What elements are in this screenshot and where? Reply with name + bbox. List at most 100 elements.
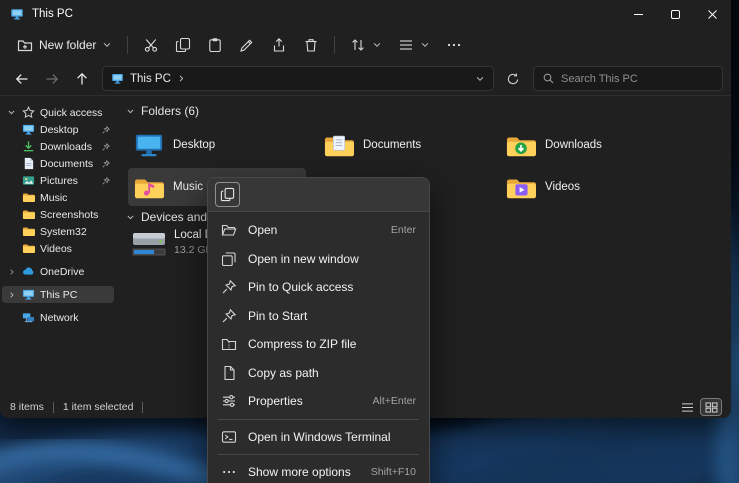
minimize-button[interactable] — [620, 0, 657, 28]
folder-tile-desktop[interactable]: Desktop — [128, 126, 306, 164]
cut-button[interactable] — [136, 32, 166, 58]
pc-icon — [111, 72, 124, 85]
sidebar-item-desktop[interactable]: Desktop — [2, 121, 114, 138]
sidebar-item-quick-access[interactable]: Quick access — [2, 104, 114, 121]
thumbnail-view-icon[interactable] — [701, 399, 721, 415]
sidebar-item-documents[interactable]: Documents — [2, 155, 114, 172]
chevron-right-icon[interactable] — [6, 291, 17, 299]
downloads-folder-icon — [506, 133, 536, 158]
pin-icon — [102, 160, 110, 168]
close-button[interactable] — [694, 0, 731, 28]
sidebar-item-system32[interactable]: System32 — [2, 223, 114, 240]
menu-item-label: Show more options — [248, 465, 351, 479]
menu-item-label: Open — [248, 223, 277, 237]
terminal-icon — [221, 429, 237, 445]
document-icon — [22, 157, 35, 170]
menu-item-label: Properties — [248, 394, 303, 408]
monitor-icon — [22, 123, 35, 136]
items-count: 8 items — [10, 401, 44, 413]
chevron-right-icon[interactable] — [6, 268, 17, 276]
menu-item-show-more-options[interactable]: Show more options Shift+F10 — [212, 458, 425, 483]
view-button[interactable] — [391, 32, 437, 58]
menu-item-pin-quick-access[interactable]: Pin to Quick access — [212, 273, 425, 302]
new-folder-button[interactable]: New folder — [10, 32, 119, 58]
menu-item-label: Copy as path — [248, 366, 319, 380]
back-button[interactable] — [8, 66, 35, 92]
details-view-icon[interactable] — [677, 399, 697, 415]
menu-item-open[interactable]: Open Enter — [212, 216, 425, 245]
folders-section-header[interactable]: Folders (6) — [126, 104, 199, 118]
sidebar-item-label: OneDrive — [40, 266, 84, 278]
folder-tile-documents[interactable]: Documents — [318, 126, 496, 164]
sidebar-item-screenshots[interactable]: Screenshots — [2, 206, 114, 223]
more-options-button[interactable] — [439, 32, 469, 58]
menu-item-properties[interactable]: Properties Alt+Enter — [212, 387, 425, 416]
maximize-button[interactable] — [657, 0, 694, 28]
menu-item-open-windows-terminal[interactable]: Open in Windows Terminal — [212, 423, 425, 452]
context-menu-items: Open Enter Open in new window Pin to Qui… — [208, 212, 429, 483]
menu-item-compress-zip[interactable]: Compress to ZIP file — [212, 330, 425, 359]
rename-button[interactable] — [232, 32, 262, 58]
sort-button[interactable] — [343, 32, 389, 58]
sidebar-item-downloads[interactable]: Downloads — [2, 138, 114, 155]
chevron-down-icon[interactable] — [126, 213, 135, 222]
copy-button[interactable] — [215, 182, 240, 207]
sidebar-item-label: This PC — [40, 289, 77, 301]
sidebar-item-pictures[interactable]: Pictures — [2, 172, 114, 189]
picture-icon — [22, 174, 35, 187]
sidebar-item-this-pc[interactable]: This PC — [2, 286, 114, 303]
menu-item-label: Pin to Quick access — [248, 280, 353, 294]
sidebar-item-network[interactable]: Network — [2, 309, 114, 326]
folder-tile-videos[interactable]: Videos — [500, 168, 678, 206]
menu-item-label: Compress to ZIP file — [248, 337, 356, 351]
pin-icon — [102, 143, 110, 151]
sidebar-item-label: Downloads — [40, 141, 92, 153]
folder-icon — [22, 191, 35, 204]
context-menu: Open Enter Open in new window Pin to Qui… — [207, 177, 430, 483]
folder-icon — [22, 225, 35, 238]
copy-button[interactable] — [168, 32, 198, 58]
window-title: This PC — [32, 8, 73, 20]
properties-icon — [221, 393, 237, 409]
delete-button[interactable] — [296, 32, 326, 58]
menu-item-copy-as-path[interactable]: Copy as path — [212, 359, 425, 388]
cloud-icon — [22, 265, 35, 278]
chevron-down-icon — [102, 40, 112, 50]
sidebar-item-label: Desktop — [40, 124, 79, 136]
title-bar[interactable]: This PC — [0, 0, 731, 28]
sidebar-item-music[interactable]: Music — [2, 189, 114, 206]
folder-name: Downloads — [545, 139, 602, 151]
command-bar: New folder — [0, 28, 731, 62]
documents-folder-icon — [324, 133, 354, 158]
chevron-down-icon[interactable] — [475, 74, 485, 84]
more-options-icon — [221, 464, 237, 480]
search-input[interactable] — [561, 73, 701, 85]
folder-name: Desktop — [173, 139, 215, 151]
sidebar-item-label: System32 — [40, 226, 87, 238]
videos-folder-icon — [506, 175, 536, 200]
up-button[interactable] — [68, 66, 95, 92]
menu-item-pin-start[interactable]: Pin to Start — [212, 302, 425, 331]
breadcrumb[interactable]: This PC — [130, 73, 171, 85]
navigation-pane: Quick access Desktop Downloads Documents — [0, 96, 118, 396]
forward-button[interactable] — [38, 66, 65, 92]
sidebar-item-videos[interactable]: Videos — [2, 240, 114, 257]
chevron-down-icon[interactable] — [6, 108, 17, 117]
folder-name: Videos — [545, 181, 580, 193]
search-icon — [542, 72, 555, 85]
folder-icon — [22, 242, 35, 255]
sidebar-item-onedrive[interactable]: OneDrive — [2, 263, 114, 280]
folder-tile-downloads[interactable]: Downloads — [500, 126, 678, 164]
search-box[interactable] — [533, 66, 723, 91]
menu-item-shortcut: Alt+Enter — [373, 395, 416, 407]
menu-separator — [218, 454, 419, 455]
refresh-button[interactable] — [500, 66, 526, 92]
folder-name: Music — [173, 181, 203, 193]
sidebar-item-label: Network — [40, 312, 79, 324]
address-bar[interactable]: This PC — [102, 66, 494, 91]
chevron-down-icon[interactable] — [126, 107, 135, 116]
paste-button[interactable] — [200, 32, 230, 58]
menu-item-open-new-window[interactable]: Open in new window — [212, 245, 425, 274]
share-button[interactable] — [264, 32, 294, 58]
chevron-right-icon[interactable] — [177, 74, 186, 83]
